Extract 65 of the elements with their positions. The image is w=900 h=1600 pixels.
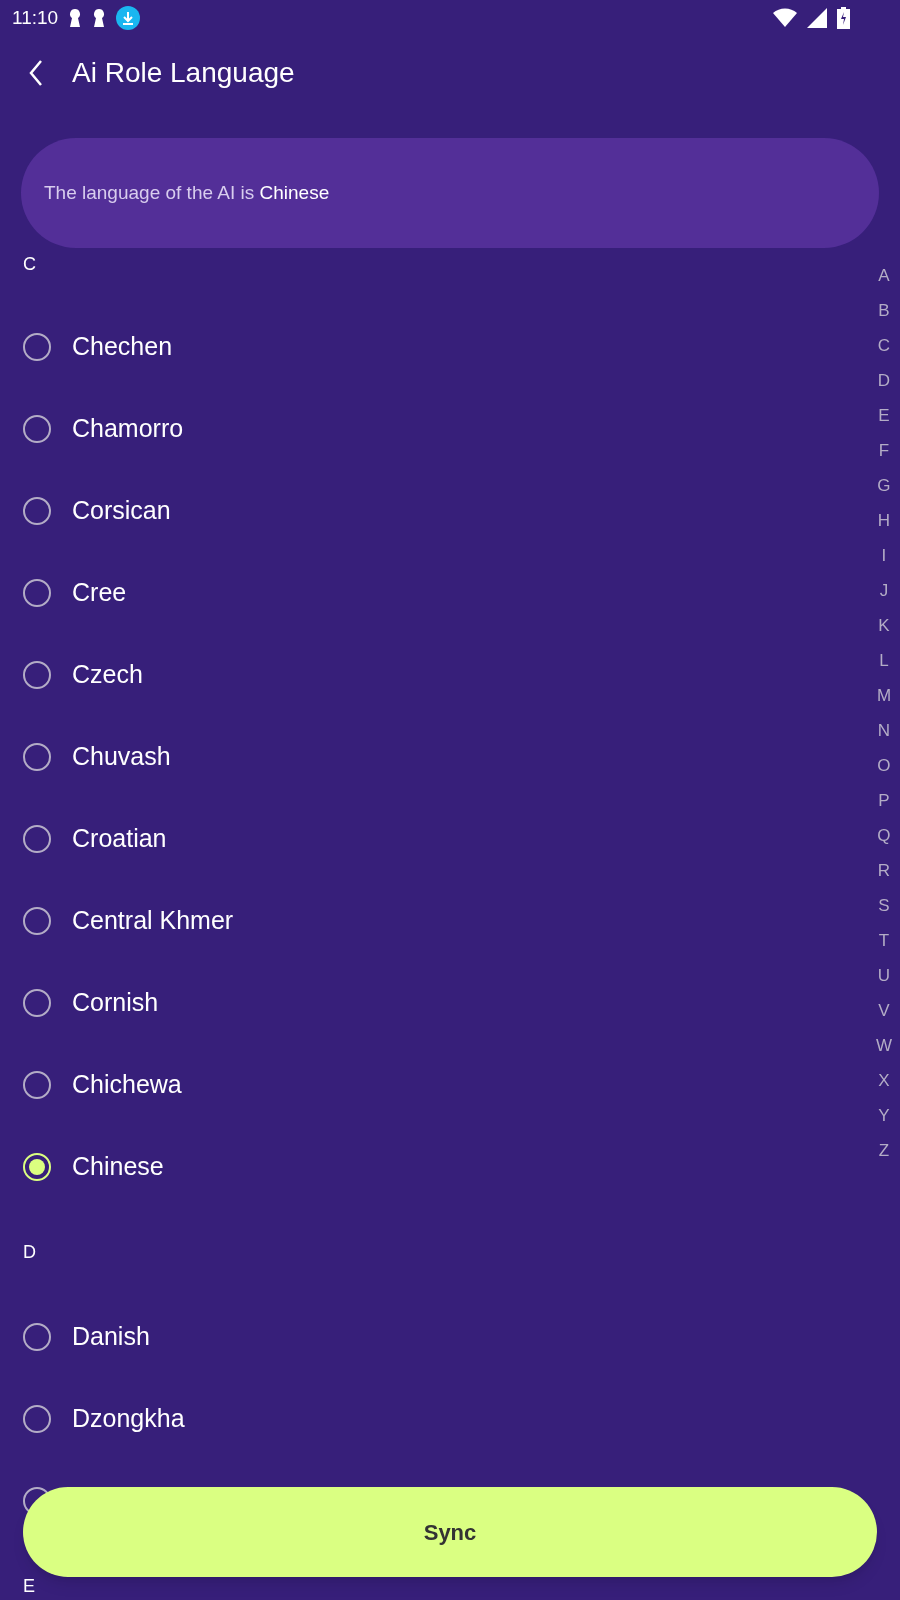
language-name[interactable]: Croatian	[72, 820, 167, 858]
radio-icon[interactable]	[22, 414, 52, 444]
index-letter[interactable]: D	[877, 363, 891, 398]
index-letter[interactable]: A	[878, 258, 890, 293]
language-name[interactable]: Czech	[72, 656, 143, 694]
radio-icon[interactable]	[22, 660, 52, 690]
status-time: 11:10	[12, 5, 59, 30]
sync-button[interactable]: Sync	[23, 1487, 877, 1577]
radio-icon[interactable]	[22, 578, 52, 608]
section-letter: D	[23, 1242, 36, 1262]
language-name[interactable]: Danish	[72, 1318, 150, 1356]
keyhole-icon	[68, 8, 83, 28]
radio-icon[interactable]	[22, 1322, 52, 1352]
page-title: Ai Role Language	[72, 56, 295, 90]
radio-icon[interactable]	[22, 332, 52, 362]
index-letter[interactable]: N	[877, 713, 891, 748]
radio-icon[interactable]	[22, 906, 52, 936]
index-letter[interactable]: K	[878, 608, 890, 643]
radio-icon[interactable]	[22, 742, 52, 772]
index-letter[interactable]: O	[877, 748, 891, 783]
index-letter[interactable]: Y	[878, 1098, 890, 1133]
radio-icon[interactable]	[22, 496, 52, 526]
radio-icon[interactable]	[22, 988, 52, 1018]
index-letter[interactable]: E	[878, 398, 890, 433]
index-letter[interactable]: T	[878, 923, 890, 958]
language-name[interactable]: Dzongkha	[72, 1400, 185, 1438]
index-letter[interactable]: U	[877, 958, 891, 993]
language-name[interactable]: Chuvash	[72, 738, 171, 776]
index-letter[interactable]: B	[878, 293, 890, 328]
language-name[interactable]: Central Khmer	[72, 902, 234, 940]
language-name[interactable]: Corsican	[72, 492, 171, 530]
battery-icon	[837, 7, 850, 29]
index-letter[interactable]: I	[881, 538, 887, 573]
radio-selected-icon[interactable]	[22, 1152, 52, 1182]
index-letter[interactable]: L	[879, 643, 889, 678]
index-letter[interactable]: Z	[878, 1133, 890, 1168]
index-letter[interactable]: F	[878, 433, 890, 468]
index-letter[interactable]: R	[877, 853, 891, 888]
keyhole-icon	[92, 8, 107, 28]
radio-icon[interactable]	[22, 824, 52, 854]
signal-icon	[807, 8, 827, 28]
language-name[interactable]: Chamorro	[72, 410, 184, 448]
language-name[interactable]: Cree	[72, 574, 127, 612]
index-letter[interactable]: G	[877, 468, 891, 503]
section-letter: E	[23, 1576, 35, 1596]
index-letter[interactable]: M	[876, 678, 892, 713]
wifi-icon	[773, 8, 797, 28]
index-letter[interactable]: W	[875, 1028, 892, 1063]
index-letter[interactable]: J	[879, 573, 889, 608]
index-letter[interactable]: C	[877, 328, 891, 363]
language-name[interactable]: Chinese	[72, 1148, 164, 1186]
download-icon	[116, 6, 141, 30]
index-letter[interactable]: S	[878, 888, 890, 923]
language-name[interactable]: Cornish	[72, 984, 159, 1022]
index-letter[interactable]: H	[877, 503, 891, 538]
index-letter[interactable]: V	[878, 993, 890, 1028]
index-letter[interactable]: Q	[877, 818, 891, 853]
banner-text: The language of the AI is Chinese	[44, 180, 330, 205]
radio-icon[interactable]	[22, 1070, 52, 1100]
index-letter[interactable]: X	[878, 1063, 890, 1098]
language-name[interactable]: Chechen	[72, 328, 173, 366]
radio-icon[interactable]	[22, 1404, 52, 1434]
language-name[interactable]: Chichewa	[72, 1066, 182, 1104]
index-letter[interactable]: P	[878, 783, 890, 818]
section-letter: C	[23, 254, 36, 274]
